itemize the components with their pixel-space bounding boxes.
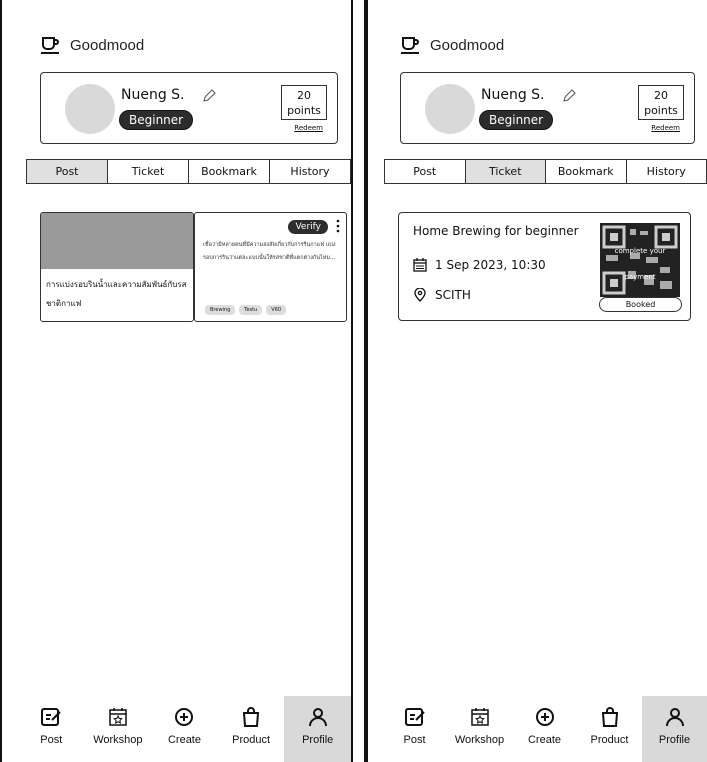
person-icon [665,708,684,727]
points-value: 20 [297,89,311,102]
points-unit: points [287,104,321,117]
coffee-cup-icon [41,37,59,54]
nav-label: Workshop [93,734,143,746]
profile-card: Nueng S. Beginner 20 points Redeem [400,72,695,144]
tab-post[interactable]: Post [27,160,108,183]
ticket-datetime: 1 Sep 2023, 10:30 [435,258,546,272]
post-detail[interactable]: Verify เชื่อว่ามีหลายคนที่มีความสงสัยเกี… [194,212,347,322]
verify-badge: Verify [288,220,328,234]
profile-tabs: Post Ticket Bookmark History [384,159,707,184]
profile-screen-posts: Goodmood Nueng S. Beginner 20 points Red… [0,0,353,762]
ticket-date-row: 1 Sep 2023, 10:30 [413,258,546,272]
profile-screen-tickets: Goodmood Nueng S. Beginner 20 points Red… [366,0,707,762]
post-title: การแบ่งรอบรินน้ำและความสัมพันธ์กับรส ชาต… [41,269,193,313]
points-box: 20 points [281,85,327,120]
post-card[interactable]: การแบ่งรอบรินน้ำและความสัมพันธ์กับรส ชาต… [40,212,347,322]
nav-profile[interactable]: Profile [284,696,351,762]
profile-tabs: Post Ticket Bookmark History [26,159,351,184]
post-tags: Brewing Testu V60 [205,305,287,315]
points-box: 20 points [638,85,684,120]
nav-create[interactable]: Create [512,696,577,762]
qr-overlay-text: complete your [614,247,666,255]
coffee-cup-icon [401,37,419,54]
redeem-link[interactable]: Redeem [651,124,680,132]
app-name: Goodmood [430,36,505,54]
nav-label: Product [590,734,629,746]
shopping-bag-icon [601,707,618,727]
pencil-icon[interactable] [201,88,217,104]
nav-product[interactable]: Product [577,696,642,762]
nav-label: Create [527,734,562,746]
tab-history[interactable]: History [627,160,707,183]
app-name: Goodmood [70,36,145,54]
ticket-location-row: SCITH [413,288,471,302]
app-header: Goodmood [40,36,144,54]
post-cover[interactable]: การแบ่งรอบรินน้ำและความสัมพันธ์กับรส ชาต… [40,212,194,322]
nav-label: Profile [658,734,691,746]
booked-status-badge: Booked [599,297,682,312]
profile-card: Nueng S. Beginner 20 points Redeem [40,72,338,144]
level-badge: Beginner [119,110,194,130]
qr-code-icon [602,225,678,295]
person-icon [308,708,327,727]
nav-post[interactable]: Post [18,696,85,762]
location-pin-icon [414,288,426,302]
points-unit: points [644,104,678,117]
tab-ticket[interactable]: Ticket [465,160,546,183]
nav-create[interactable]: Create [151,696,218,762]
qr-overlay-text: payment [624,273,656,281]
ticket-location: SCITH [435,288,471,302]
tab-post[interactable]: Post [385,160,466,183]
post-excerpt: เชื่อว่ามีหลายคนที่มีความสงสัยเกี่ยวกับก… [203,242,336,261]
tab-bookmark[interactable]: Bookmark [546,160,627,183]
post-edit-icon [404,708,425,726]
nav-workshop[interactable]: Workshop [85,696,152,762]
qr-code[interactable]: complete your payment [600,223,680,297]
nav-label: Product [232,734,271,746]
post-tag[interactable]: Testu [239,305,263,315]
avatar[interactable] [425,84,475,134]
nav-label: Profile [302,734,334,746]
calendar-star-icon [470,708,489,726]
post-edit-icon [41,708,62,726]
user-name: Nueng S. [481,87,545,103]
redeem-link[interactable]: Redeem [294,124,323,132]
nav-profile[interactable]: Profile [642,696,707,762]
app-header: Goodmood [400,36,504,54]
post-tag[interactable]: V60 [266,305,287,315]
nav-label: Workshop [454,734,505,746]
nav-post[interactable]: Post [382,696,447,762]
plus-circle-icon [535,708,554,726]
tab-history[interactable]: History [270,160,350,183]
post-image [41,213,193,269]
screen-divider [353,0,366,762]
pencil-icon[interactable] [561,88,577,104]
bottom-nav: Post Workshop Create Product Profile [382,696,707,762]
calendar-icon [413,258,427,272]
plus-circle-icon [175,708,194,726]
tab-ticket[interactable]: Ticket [108,160,189,183]
shopping-bag-icon [242,707,260,727]
nav-label: Post [40,734,63,746]
post-title-line: ชาติกาแฟ [46,299,82,308]
post-title-line: การแบ่งรอบรินน้ำและความสัมพันธ์กับรส [46,280,187,289]
post-tag[interactable]: Brewing [205,305,236,315]
avatar[interactable] [65,84,115,134]
points-value: 20 [654,89,668,102]
user-name: Nueng S. [121,87,185,103]
calendar-star-icon [109,708,127,726]
nav-label: Create [167,734,201,746]
nav-label: Post [403,734,426,746]
more-vertical-icon[interactable] [335,219,341,233]
nav-product[interactable]: Product [218,696,285,762]
tab-bookmark[interactable]: Bookmark [189,160,270,183]
bottom-nav: Post Workshop Create Product Profile [18,696,351,762]
ticket-card[interactable]: Home Brewing for beginner 1 Sep 2023, 10… [398,212,691,321]
ticket-title: Home Brewing for beginner [413,224,579,238]
level-badge: Beginner [479,110,554,130]
nav-workshop[interactable]: Workshop [447,696,512,762]
